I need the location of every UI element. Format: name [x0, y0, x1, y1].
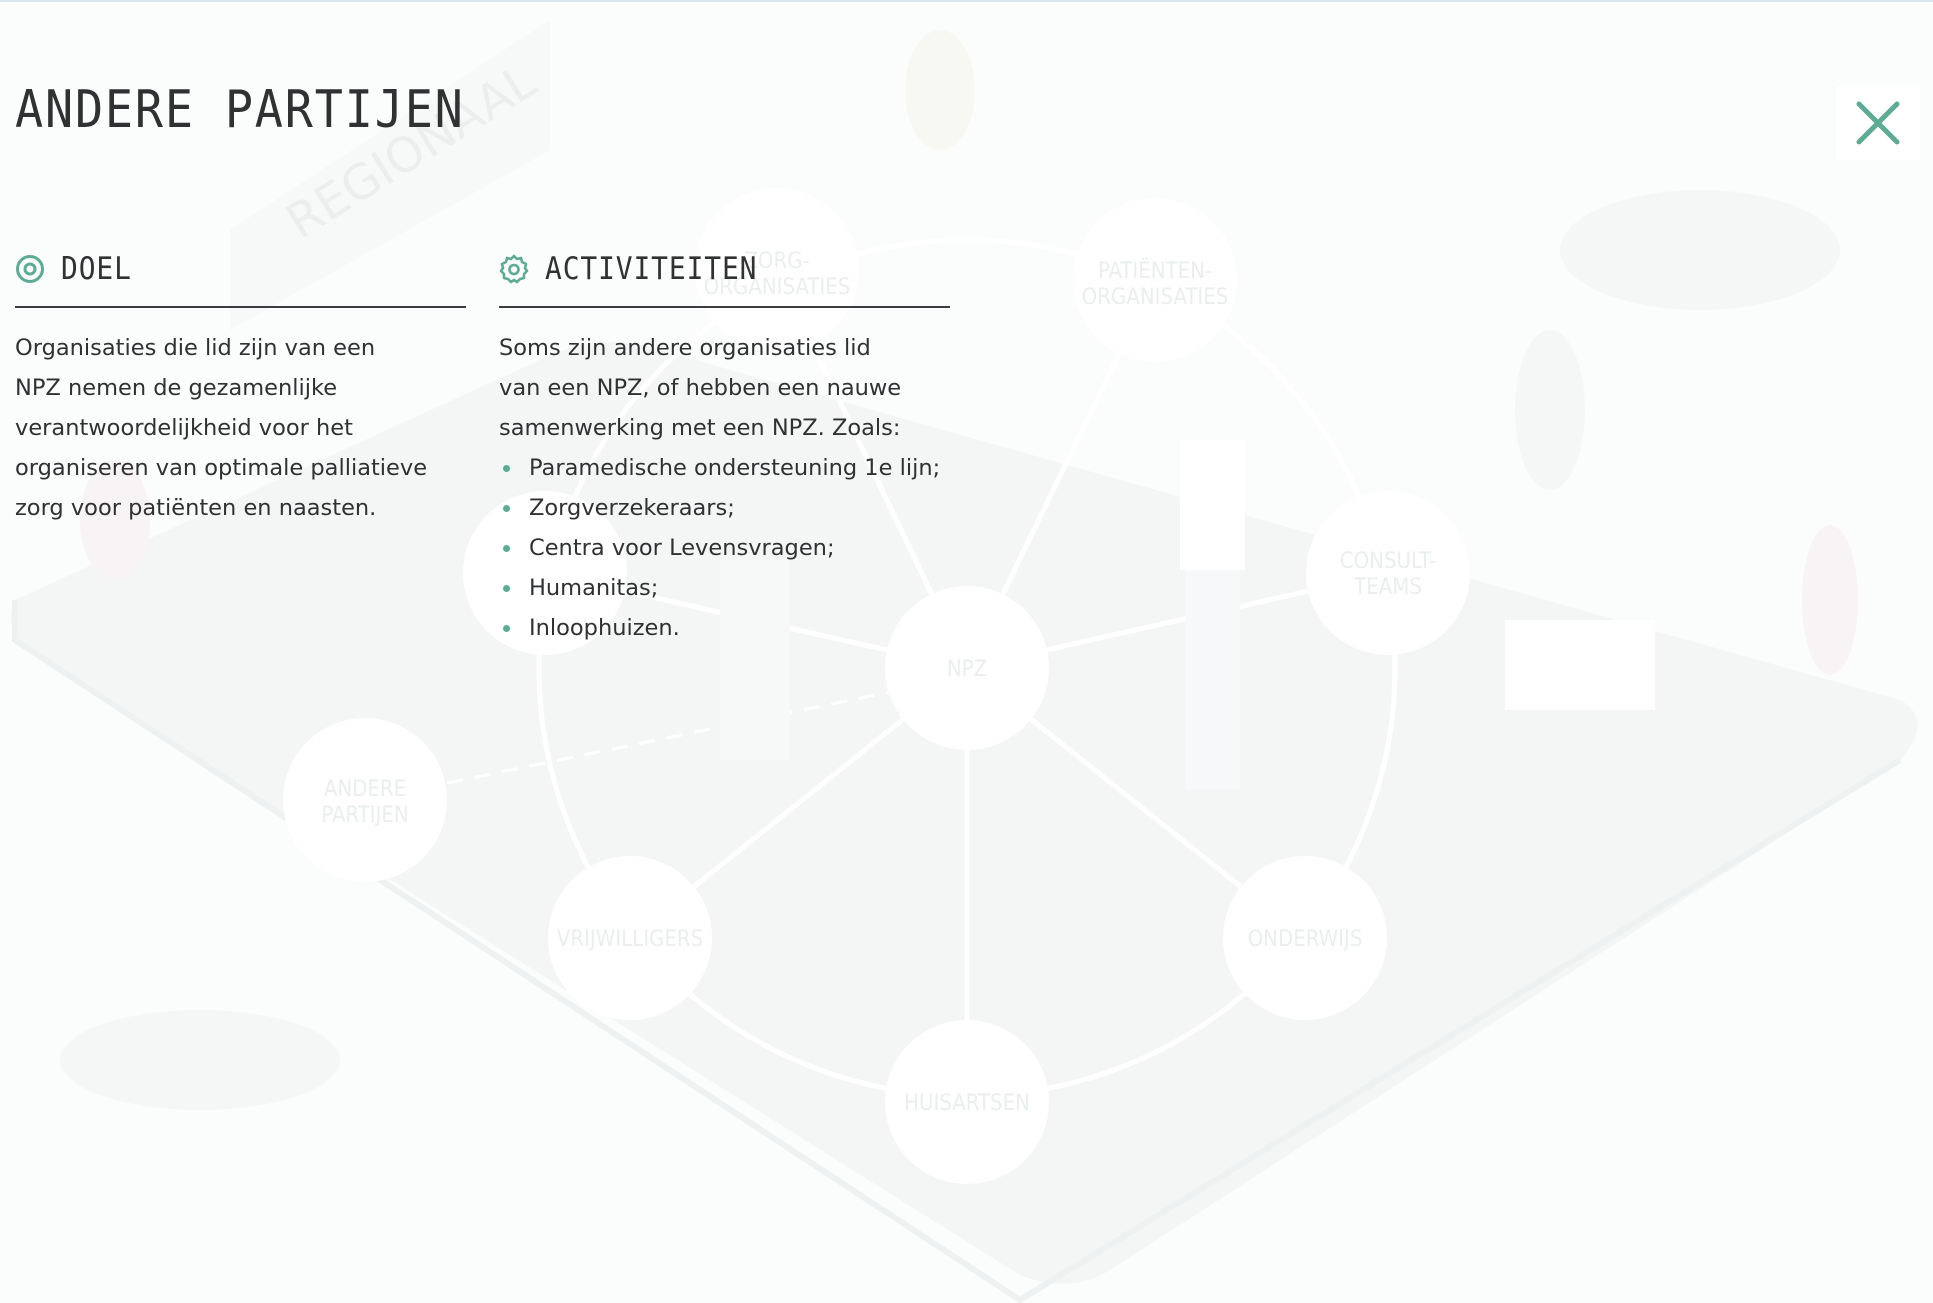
activiteiten-header: ACTIVITEITEN	[499, 248, 950, 308]
doel-line: Organisaties die lid zijn van een	[15, 335, 376, 361]
activiteiten-section: ACTIVITEITEN Soms zijn andere organisati…	[499, 248, 950, 648]
activiteiten-line: samenwerking met een NPZ. Zoals:	[499, 415, 901, 441]
activiteiten-line: Soms zijn andere organisaties lid	[499, 335, 871, 361]
node-bottom-label: HUISARTSEN	[904, 1091, 1030, 1116]
tree	[1802, 525, 1858, 675]
background-illustration: REGIONAAL NPZ ZORG-ORGANISATIES PATIËNTE…	[10, 20, 1918, 1303]
gear-icon	[499, 253, 531, 285]
doel-line: verantwoordelijkheid voor het	[15, 415, 353, 441]
doel-line: NPZ nemen de gezamenlijke	[15, 375, 338, 401]
list-item: Centra voor Levensvragen;	[499, 528, 950, 568]
person-figure	[1180, 440, 1245, 570]
list-item: Paramedische ondersteuning 1e lijn;	[499, 448, 950, 488]
close-icon	[1856, 101, 1900, 145]
node-npz-label: NPZ	[947, 657, 987, 682]
activiteiten-line: van een NPZ, of hebben een nauwe	[499, 375, 902, 401]
doel-line: zorg voor patiënten en naasten.	[15, 495, 377, 521]
doel-text: Organisaties die lid zijn van een NPZ ne…	[15, 328, 466, 528]
list-item: Zorgverzekeraars;	[499, 488, 950, 528]
doel-header: DOEL	[15, 248, 466, 308]
close-button[interactable]	[1836, 86, 1920, 160]
list-item: Humanitas;	[499, 568, 950, 608]
doel-section: DOEL Organisaties die lid zijn van een N…	[15, 248, 466, 528]
target-icon	[15, 253, 47, 285]
doel-line: organiseren van optimale palliatieve	[15, 455, 428, 481]
tree	[1515, 330, 1585, 490]
node-bottom-left-label: VRIJWILLIGERS	[557, 927, 703, 952]
list-item: Inloophuizen.	[499, 608, 950, 648]
node-bottom-right-label: ONDERWIJS	[1248, 927, 1363, 952]
node-andere-label: ANDERE PARTIJEN	[321, 777, 408, 828]
node-consult-label: CONSULT-TEAMS	[1340, 549, 1436, 600]
tree	[905, 30, 975, 150]
rail-cart	[1505, 620, 1655, 710]
activiteiten-heading: ACTIVITEITEN	[545, 251, 758, 287]
page-title: ANDERE PARTIJEN	[15, 80, 465, 140]
activiteiten-text: Soms zijn andere organisaties lid van ee…	[499, 328, 950, 648]
cloud	[1560, 190, 1840, 310]
doel-heading: DOEL	[61, 251, 132, 287]
cloud	[60, 1010, 340, 1110]
activiteiten-list: Paramedische ondersteuning 1e lijn; Zorg…	[499, 448, 950, 648]
